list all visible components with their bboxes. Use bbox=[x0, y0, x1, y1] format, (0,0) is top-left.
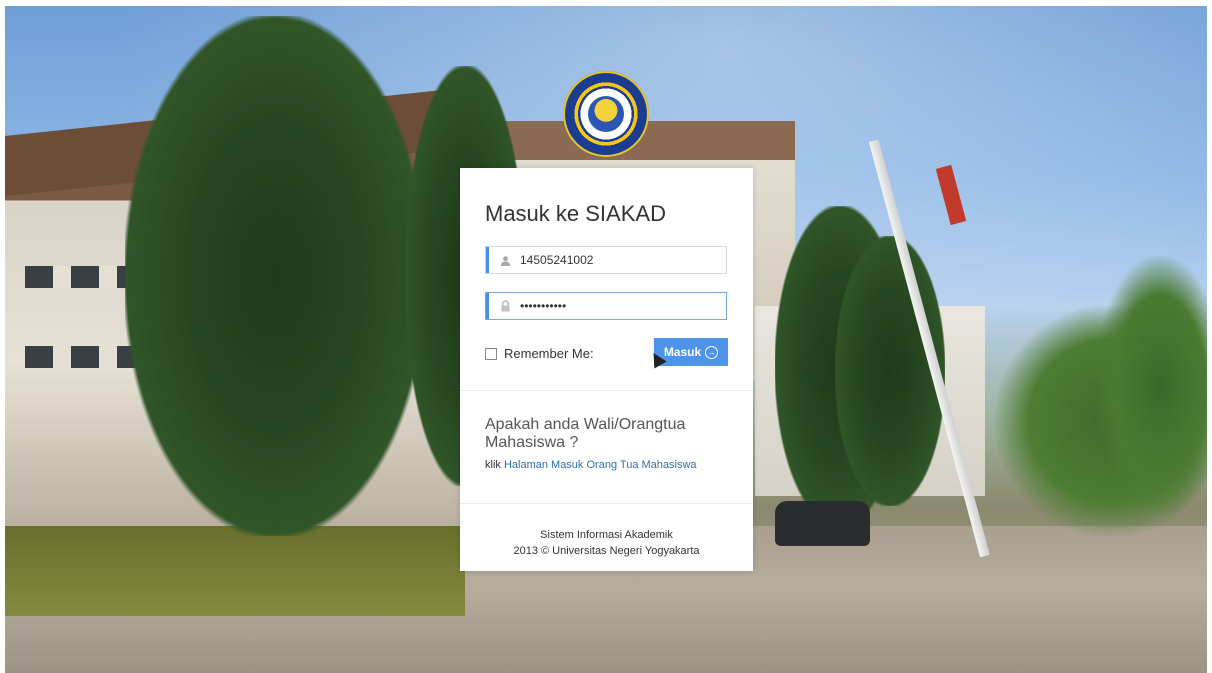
parent-link-prefix: klik bbox=[485, 459, 501, 471]
parent-login-link[interactable]: Halaman Masuk Orang Tua Mahasiswa bbox=[504, 459, 697, 471]
divider bbox=[460, 503, 753, 504]
university-logo bbox=[563, 71, 649, 157]
lawn bbox=[5, 526, 465, 616]
pine-tree bbox=[835, 236, 945, 506]
divider bbox=[460, 390, 753, 391]
circle-arrow-right-icon: → bbox=[705, 345, 719, 359]
remember-me[interactable]: Remember Me: bbox=[485, 346, 594, 361]
lock-icon bbox=[496, 300, 514, 312]
user-icon bbox=[496, 255, 514, 266]
parent-question: Apakah anda Wali/Orangtua Mahasiswa ? bbox=[485, 416, 686, 451]
remember-checkbox[interactable] bbox=[485, 347, 497, 360]
username-input[interactable] bbox=[518, 252, 712, 268]
login-card: Masuk ke SIAKAD Remember Me: Masuk → Apa… bbox=[460, 168, 753, 571]
field-accent bbox=[486, 293, 489, 319]
tree bbox=[1095, 256, 1207, 516]
parent-link-line: klik Halaman Masuk Orang Tua Mahasiswa bbox=[485, 459, 697, 471]
password-field[interactable] bbox=[485, 292, 727, 320]
username-field[interactable] bbox=[485, 246, 727, 274]
masuk-label: Masuk bbox=[663, 345, 702, 359]
field-accent bbox=[486, 247, 489, 273]
footer-line1: Sistem Informasi Akademik bbox=[540, 529, 673, 541]
password-input[interactable] bbox=[518, 298, 712, 314]
footer-line2: 2013 © Universitas Negeri Yogyakarta bbox=[513, 545, 700, 557]
footer: Sistem Informasi Akademik 2013 © Univers… bbox=[460, 527, 753, 559]
pine-tree bbox=[125, 16, 425, 536]
remember-label: Remember Me: bbox=[504, 346, 594, 361]
logo-emblem bbox=[588, 96, 624, 132]
login-title: Masuk ke SIAKAD bbox=[485, 201, 666, 226]
car bbox=[775, 501, 870, 546]
